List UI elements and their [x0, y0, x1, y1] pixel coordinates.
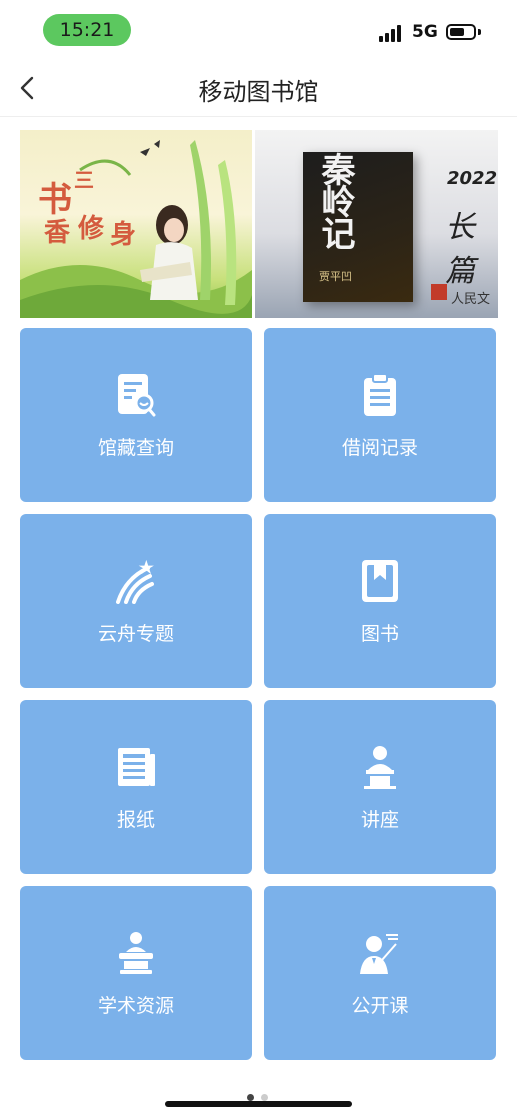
newspaper-icon: [116, 744, 156, 790]
banner-char: 三: [74, 168, 94, 192]
battery-level: [450, 28, 464, 36]
home-indicator[interactable]: [165, 1101, 352, 1107]
banner-char: 香: [44, 218, 71, 248]
tile-label: 学术资源: [97, 995, 174, 1017]
tile-yunzhou-topics[interactable]: 云舟专题: [20, 514, 252, 688]
battery-tip: [478, 29, 481, 35]
publisher-seal-icon: [431, 284, 447, 300]
tile-label: 借阅记录: [341, 437, 418, 459]
banner-slide-reading[interactable]: 书 三 香 修 身: [20, 130, 252, 318]
page-title: 移动图书馆: [198, 78, 319, 106]
tile-label: 公开课: [351, 995, 409, 1017]
speaker-podium-icon: [116, 930, 156, 976]
tile-newspapers[interactable]: 报纸: [20, 700, 252, 874]
banner-carousel[interactable]: 书 三 香 修 身 秦岭记 贾平凹 2022 长篇 人民文: [20, 130, 498, 318]
network-type: 5G: [412, 22, 438, 42]
tile-label: 图书: [360, 623, 399, 645]
status-bar: 15:21 5G: [0, 0, 517, 60]
book-icon: [360, 558, 400, 604]
banner-char: 修: [78, 214, 105, 244]
tile-label: 讲座: [360, 809, 399, 831]
tile-lectures[interactable]: 讲座: [264, 700, 496, 874]
publisher-name: 人民文: [451, 292, 491, 307]
tile-open-courses[interactable]: 公开课: [264, 886, 496, 1060]
tile-borrow-records[interactable]: 借阅记录: [264, 328, 496, 502]
comet-icon: [116, 558, 156, 604]
book-title: 秦岭记: [315, 152, 355, 248]
banner-heading: 长篇: [445, 210, 475, 289]
teacher-board-icon: [360, 930, 400, 976]
clipboard-icon: [360, 372, 400, 418]
book-author: 贾平凹: [319, 270, 352, 283]
tile-academic-resources[interactable]: 学术资源: [20, 886, 252, 1060]
status-time: 15:21: [43, 14, 131, 46]
banner-slide-book[interactable]: 秦岭记 贾平凹 2022 长篇 人民文: [255, 130, 498, 318]
tile-catalog-search[interactable]: 馆藏查询: [20, 328, 252, 502]
catalog-search-icon: [116, 372, 156, 418]
pager-dot-active: [247, 1094, 254, 1101]
cellular-signal-icon: [379, 24, 405, 42]
nav-bar: 移动图书馆: [0, 60, 517, 117]
tile-books[interactable]: 图书: [264, 514, 496, 688]
banner-char: 身: [110, 220, 137, 250]
pager-dot: [261, 1094, 268, 1101]
tile-label: 报纸: [116, 809, 155, 831]
battery-icon: [446, 24, 476, 40]
tile-label: 馆藏查询: [97, 437, 174, 459]
lecture-podium-icon: [360, 744, 400, 790]
banner-year: 2022: [447, 168, 498, 189]
tile-label: 云舟专题: [97, 623, 174, 645]
